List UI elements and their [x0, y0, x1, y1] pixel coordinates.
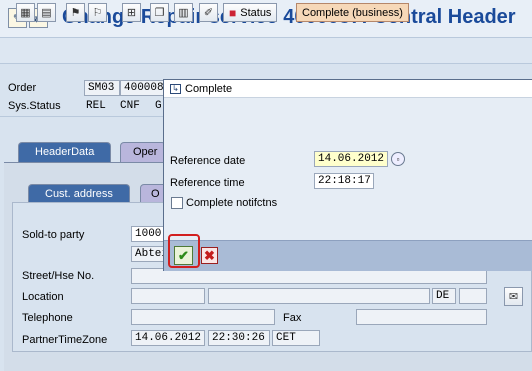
- region-field[interactable]: [459, 288, 487, 304]
- timezone-time-field: 22:30:26: [208, 330, 270, 346]
- order-label: Order: [8, 82, 37, 94]
- reference-date-label: Reference date: [170, 155, 246, 167]
- country-field[interactable]: DE: [432, 288, 456, 304]
- complete-business-label: Complete (business): [302, 6, 403, 19]
- tab-header-data[interactable]: HeaderData: [18, 142, 112, 162]
- confirm-button[interactable]: ✔: [174, 246, 193, 265]
- address-details-icon[interactable]: ✉: [504, 287, 523, 306]
- sold-to-field[interactable]: 1000: [131, 226, 165, 242]
- calendar-icon[interactable]: ▫: [391, 152, 405, 166]
- dialog-footer: [164, 240, 532, 271]
- complete-notif-label: Complete notifctns: [186, 197, 278, 209]
- tab-operations[interactable]: Oper: [120, 142, 166, 162]
- flag-check-icon[interactable]: ⚑: [66, 3, 85, 22]
- street-label: Street/Hse No.: [22, 270, 95, 282]
- order-type-field[interactable]: SM03: [84, 80, 120, 96]
- fax-label: Fax: [283, 312, 302, 324]
- copy-icon[interactable]: ❐: [150, 3, 169, 22]
- document-icon[interactable]: ▥: [174, 3, 193, 22]
- calculator-icon[interactable]: ▦: [16, 3, 35, 22]
- telephone-label: Telephone: [22, 312, 73, 324]
- sys-status-value: REL: [86, 100, 106, 112]
- fax-field[interactable]: [356, 309, 487, 325]
- location-label: Location: [22, 291, 64, 303]
- timezone-label: PartnerTimeZone: [22, 334, 108, 346]
- timezone-zone-field: CET: [272, 330, 320, 346]
- order-number-field[interactable]: 400008: [120, 80, 164, 96]
- tab-cust-address[interactable]: Cust. address: [28, 184, 130, 204]
- department-field[interactable]: Abtei: [131, 246, 165, 262]
- sys-status-value: CNF: [120, 100, 140, 112]
- reference-time-field[interactable]: 22:18:17: [314, 173, 374, 189]
- flag-icon[interactable]: ⚐: [88, 3, 107, 22]
- complete-business-button[interactable]: Complete (business): [296, 3, 409, 22]
- dialog-title: Complete: [185, 82, 233, 95]
- status-button-label: Status: [240, 6, 272, 19]
- org-structure-icon[interactable]: ⊞: [122, 3, 141, 22]
- edit-icon[interactable]: ✐: [199, 3, 218, 22]
- sys-status-label: Sys.Status: [8, 100, 61, 112]
- complete-notif-checkbox[interactable]: [171, 197, 183, 209]
- sys-status-value: G: [155, 100, 162, 112]
- sold-to-label: Sold-to party: [22, 229, 85, 241]
- city-field[interactable]: [208, 288, 430, 304]
- close-icon: ✖: [204, 247, 215, 263]
- timezone-date-field: 14.06.2012: [131, 330, 205, 346]
- cancel-button[interactable]: ✖: [201, 247, 218, 264]
- reference-date-field[interactable]: 14.06.2012: [314, 151, 388, 167]
- overview-icon[interactable]: ▤: [37, 3, 56, 22]
- dialog-body: [164, 98, 532, 240]
- dialog-title-bar: ↳ Complete: [164, 80, 532, 98]
- checkmark-icon: ✔: [178, 247, 189, 263]
- reference-time-label: Reference time: [170, 177, 245, 189]
- truck-icon: ■: [229, 5, 237, 20]
- status-button[interactable]: ■ Status: [223, 3, 278, 22]
- application-toolbar: [0, 38, 532, 64]
- telephone-field[interactable]: [131, 309, 275, 325]
- dialog-icon: ↳: [170, 83, 181, 94]
- postal-code-field[interactable]: [131, 288, 205, 304]
